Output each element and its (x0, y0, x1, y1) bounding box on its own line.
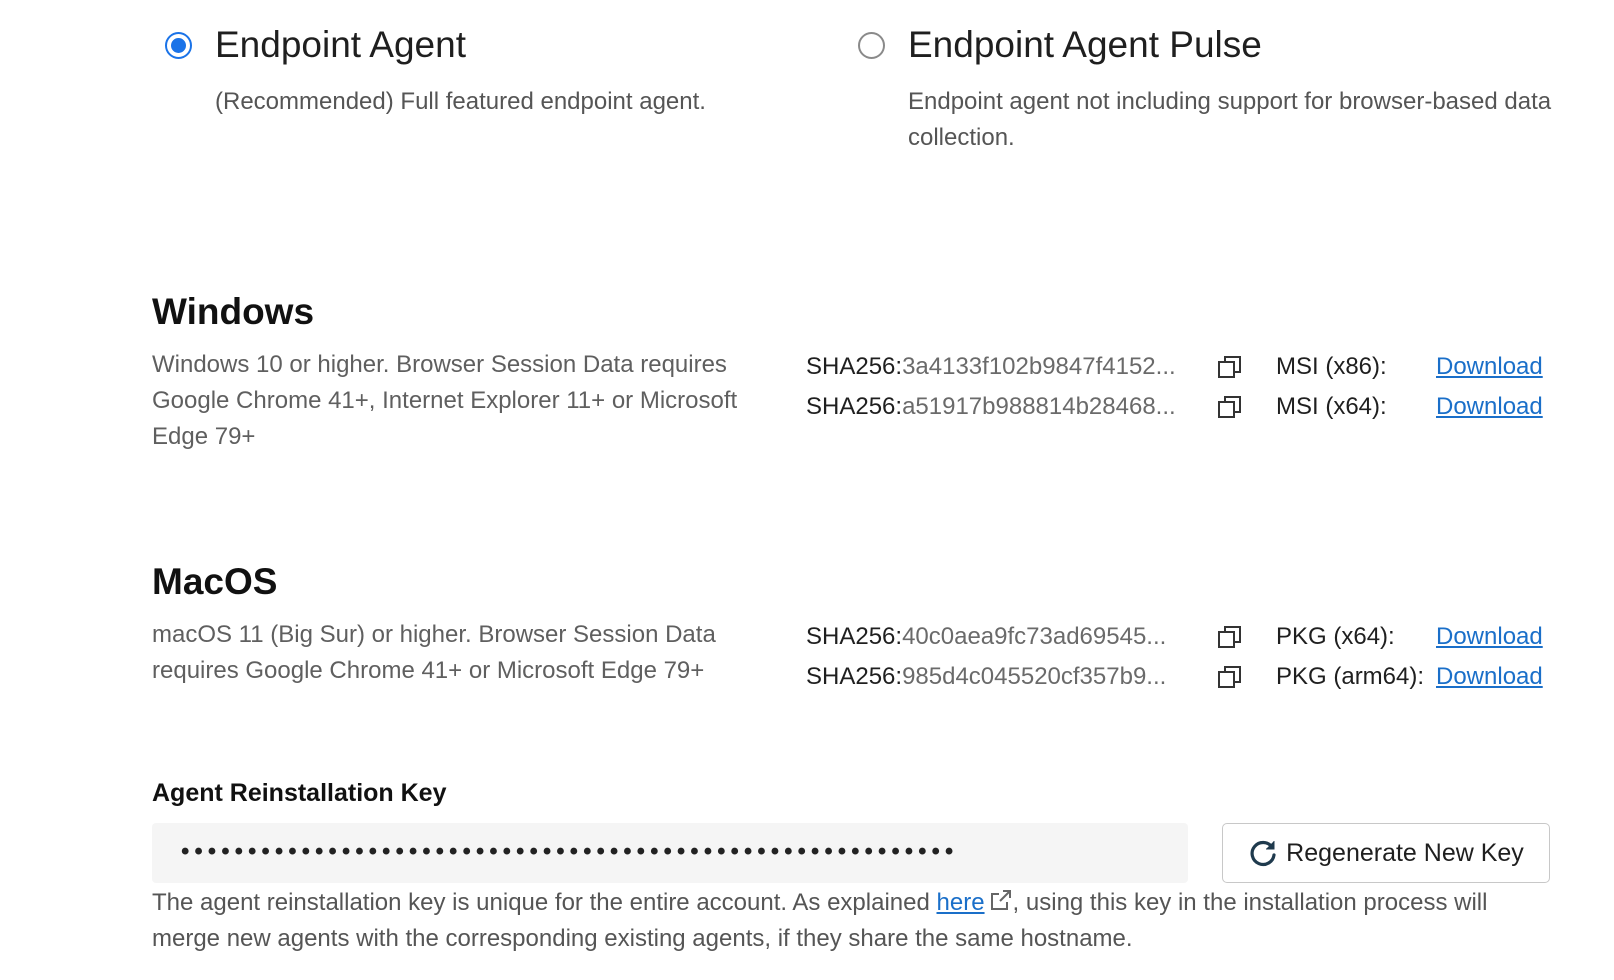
package-row: PKG (arm64): Download (1276, 657, 1543, 697)
package-list: MSI (x86): Download MSI (x64): Download (1276, 347, 1543, 427)
section-title: MacOS (152, 561, 278, 602)
here-link[interactable]: here (937, 889, 985, 916)
download-link[interactable]: Download (1436, 353, 1543, 381)
macos-section: MacOS macOS 11 (Big Sur) or higher. Brow… (152, 557, 1562, 690)
note-text-before: The agent reinstallation key is unique f… (152, 889, 937, 916)
windows-section: Windows Windows 10 or higher. Browser Se… (152, 287, 1562, 455)
radio-button-selected[interactable] (165, 31, 192, 59)
hash-prefix: SHA256: (806, 663, 903, 690)
hash-prefix: SHA256: (806, 353, 903, 380)
hash-prefix: SHA256: (806, 623, 903, 650)
hash-list: SHA256: 3a4133f102b9847f4152... SHA256: … (806, 347, 1244, 427)
hash-list: SHA256: 40c0aea9fc73ad69545... SHA256: 9… (806, 617, 1244, 697)
radio-label[interactable]: Endpoint Agent (215, 20, 466, 70)
regenerate-key-label: Regenerate New Key (1286, 838, 1524, 867)
hash-row: SHA256: 40c0aea9fc73ad69545... (806, 617, 1244, 657)
package-row: MSI (x86): Download (1276, 347, 1543, 387)
refresh-icon (1250, 840, 1276, 867)
hash-row: SHA256: 985d4c045520cf357b9... (806, 657, 1244, 697)
radio-label[interactable]: Endpoint Agent Pulse (908, 20, 1262, 70)
package-row: PKG (x64): Download (1276, 617, 1543, 657)
hash-value: 40c0aea9fc73ad69545... (902, 623, 1167, 650)
hash-prefix: SHA256: (806, 393, 903, 420)
hash-row: SHA256: 3a4133f102b9847f4152... (806, 347, 1244, 387)
regenerate-key-button[interactable]: Regenerate New Key (1222, 823, 1550, 883)
download-link[interactable]: Download (1436, 663, 1543, 691)
radio-endpoint-agent-pulse[interactable]: Endpoint Agent Pulse (858, 20, 1558, 70)
hash-value: 985d4c045520cf357b9... (902, 663, 1167, 690)
hash-value: a51917b988814b28468... (902, 393, 1176, 420)
radio-endpoint-agent[interactable]: Endpoint Agent (165, 20, 765, 70)
package-list: PKG (x64): Download PKG (arm64): Downloa… (1276, 617, 1543, 697)
agent-download-page: Endpoint Agent (Recommended) Full featur… (0, 0, 1614, 980)
package-label: MSI (x86): (1276, 353, 1387, 380)
copy-icon[interactable] (1216, 663, 1244, 691)
package-label: MSI (x64): (1276, 393, 1387, 420)
agent-option-endpoint-agent-pulse: Endpoint Agent Pulse Endpoint agent not … (858, 20, 1558, 156)
download-link[interactable]: Download (1436, 623, 1543, 651)
package-label: PKG (arm64): (1276, 663, 1425, 690)
section-description: Windows 10 or higher. Browser Session Da… (152, 351, 738, 450)
external-link-icon[interactable] (989, 888, 1013, 912)
reinstall-key-heading: Agent Reinstallation Key (152, 779, 447, 807)
agent-option-endpoint-agent: Endpoint Agent (Recommended) Full featur… (165, 20, 765, 120)
section-description: macOS 11 (Big Sur) or higher. Browser Se… (152, 621, 716, 684)
reinstall-key-field[interactable]: ••••••••••••••••••••••••••••••••••••••••… (152, 823, 1188, 883)
copy-icon[interactable] (1216, 393, 1244, 421)
reinstall-key-section: Agent Reinstallation Key •••••••••••••••… (152, 775, 1562, 957)
reinstall-key-note: The agent reinstallation key is unique f… (152, 885, 1502, 957)
copy-icon[interactable] (1216, 353, 1244, 381)
agent-option-description: (Recommended) Full featured endpoint age… (215, 88, 706, 115)
section-title: Windows (152, 291, 315, 332)
download-link[interactable]: Download (1436, 393, 1543, 421)
package-label: PKG (x64): (1276, 623, 1395, 650)
hash-row: SHA256: a51917b988814b28468... (806, 387, 1244, 427)
package-row: MSI (x64): Download (1276, 387, 1543, 427)
agent-option-description: Endpoint agent not including support for… (908, 88, 1552, 151)
radio-button-unselected[interactable] (858, 31, 885, 59)
hash-value: 3a4133f102b9847f4152... (902, 353, 1176, 380)
copy-icon[interactable] (1216, 623, 1244, 651)
